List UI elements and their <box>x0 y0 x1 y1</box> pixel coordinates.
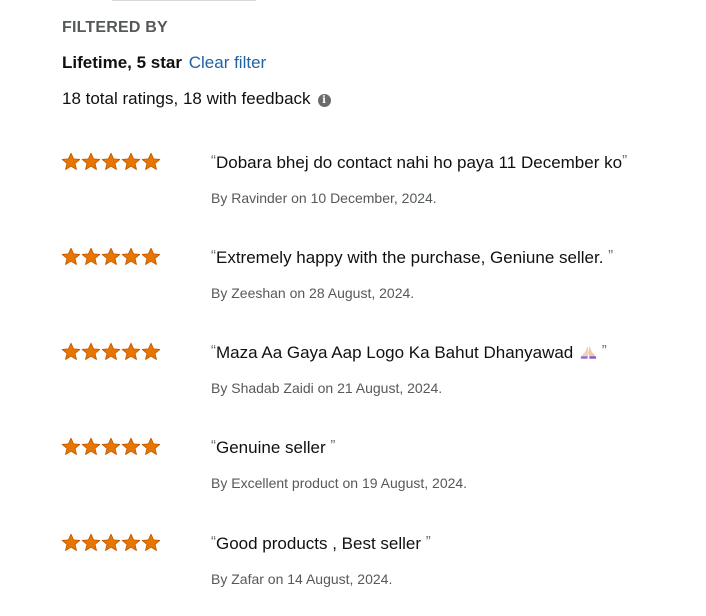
review-byline: By Ravinder on 10 December, 2024. <box>211 190 437 206</box>
review-quote: “Maza Aa Gaya Aap Logo Ka Bahut Dhanyawa… <box>211 342 607 363</box>
filter-value: Lifetime, 5 star <box>62 53 182 72</box>
ratings-summary: 18 total ratings, 18 with feedback i <box>62 89 331 109</box>
review-item: “Dobara bhej do contact nahi ho paya 11 … <box>0 152 706 232</box>
review-quote: “Extremely happy with the purchase, Geni… <box>211 247 613 268</box>
star-icon <box>121 342 141 360</box>
clear-filter-link[interactable]: Clear filter <box>189 53 266 72</box>
star-icon <box>141 152 161 170</box>
review-text: Extremely happy with the purchase, Geniu… <box>216 248 604 267</box>
review-item: “Extremely happy with the purchase, Geni… <box>0 247 706 327</box>
review-text: Maza Aa Gaya Aap Logo Ka Bahut Dhanyawad <box>216 343 574 362</box>
review-text: Good products , Best seller <box>216 534 422 553</box>
review-item: “Good products , Best seller ” By Zafar … <box>0 533 706 613</box>
star-icon <box>141 247 161 265</box>
active-filter: Lifetime, 5 star Clear filter <box>62 53 266 73</box>
star-icon <box>61 342 81 360</box>
star-icon <box>81 437 101 455</box>
info-icon[interactable]: i <box>317 94 331 107</box>
review-byline: By Excellent product on 19 August, 2024. <box>211 475 468 491</box>
review-quote: “Genuine seller ” <box>211 437 335 458</box>
close-quote-mark: ” <box>608 247 614 264</box>
review-text: Genuine seller <box>216 438 326 457</box>
close-quote-mark: ” <box>425 533 431 550</box>
star-icon <box>61 152 81 170</box>
star-icon <box>141 533 161 551</box>
star-icon <box>101 533 121 551</box>
star-icon <box>121 247 141 265</box>
star-icon <box>101 437 121 455</box>
star-icon <box>101 342 121 360</box>
star-icon <box>81 342 101 360</box>
star-rating <box>61 437 161 456</box>
review-quote: “Good products , Best seller ” <box>211 533 431 554</box>
star-icon <box>101 247 121 265</box>
divider <box>112 0 256 1</box>
review-byline: By Zeeshan on 28 August, 2024. <box>211 285 415 301</box>
ratings-count-text: 18 total ratings, 18 with feedback <box>62 89 311 108</box>
star-icon <box>61 437 81 455</box>
star-icon <box>121 533 141 551</box>
star-icon <box>81 533 101 551</box>
star-rating <box>61 342 161 361</box>
review-item: “Genuine seller ” By Excellent product o… <box>0 437 706 517</box>
close-quote-mark: ” <box>330 437 336 454</box>
star-icon <box>81 247 101 265</box>
star-icon <box>101 152 121 170</box>
star-icon <box>81 152 101 170</box>
review-byline: By Zafar on 14 August, 2024. <box>211 571 393 587</box>
star-rating <box>61 247 161 266</box>
review-byline: By Shadab Zaidi on 21 August, 2024. <box>211 380 443 396</box>
star-icon <box>121 437 141 455</box>
star-rating <box>61 152 161 171</box>
star-icon <box>61 247 81 265</box>
review-item: “Maza Aa Gaya Aap Logo Ka Bahut Dhanyawa… <box>0 342 706 422</box>
close-quote-mark: ” <box>622 152 628 169</box>
star-icon <box>121 152 141 170</box>
star-rating <box>61 533 161 552</box>
filtered-by-heading: FILTERED BY <box>62 19 168 36</box>
star-icon <box>61 533 81 551</box>
star-icon <box>141 342 161 360</box>
review-text: Dobara bhej do contact nahi ho paya 11 D… <box>216 153 623 172</box>
close-quote-mark: ” <box>601 342 607 359</box>
star-icon <box>141 437 161 455</box>
review-quote: “Dobara bhej do contact nahi ho paya 11 … <box>211 152 627 173</box>
folded-hands-icon <box>580 346 597 359</box>
